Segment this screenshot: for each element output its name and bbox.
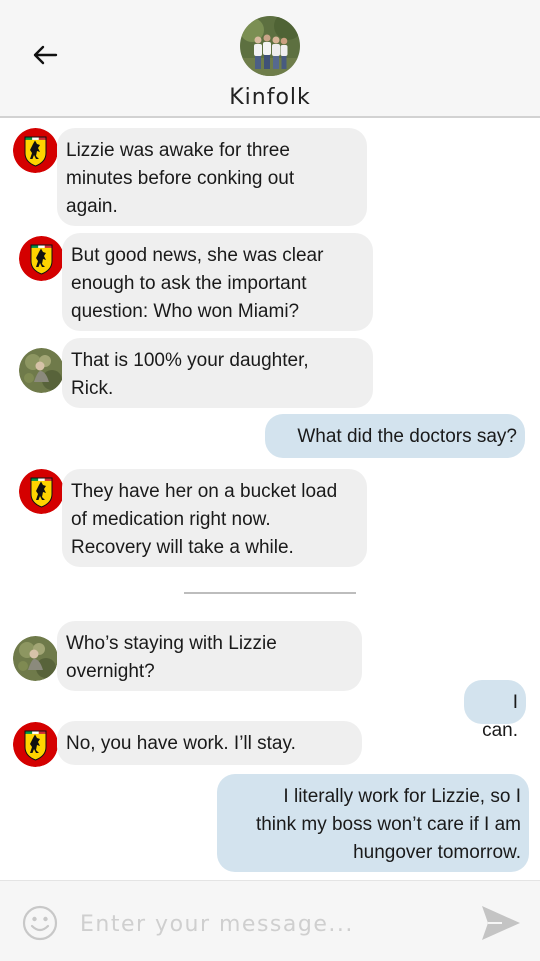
back-button[interactable] xyxy=(28,38,62,72)
ferrari-logo-avatar[interactable] xyxy=(19,236,64,281)
ferrari-logo-avatar[interactable] xyxy=(13,722,58,767)
incoming-message[interactable]: Who’s staying with Lizzie overnight? xyxy=(57,621,362,691)
smiley-icon[interactable] xyxy=(22,905,58,941)
incoming-message[interactable]: No, you have work. I’ll stay. xyxy=(57,721,362,765)
chat-title: Kinfolk xyxy=(229,85,311,110)
ferrari-logo-avatar[interactable] xyxy=(19,469,64,514)
person-photo-avatar[interactable] xyxy=(19,348,64,393)
outgoing-message[interactable]: I literally work for Lizzie, so I think … xyxy=(217,774,529,872)
incoming-message[interactable]: Lizzie was awake for three minutes befor… xyxy=(57,128,367,226)
arrow-left-icon xyxy=(33,45,58,65)
person-photo-avatar[interactable] xyxy=(13,636,58,681)
outgoing-message[interactable]: I can. xyxy=(464,680,526,741)
incoming-message[interactable]: But good news, she was clear enough to a… xyxy=(62,233,373,331)
ferrari-logo-avatar[interactable] xyxy=(13,128,58,173)
message-composer xyxy=(0,880,540,961)
send-arrow-icon[interactable] xyxy=(480,904,522,942)
incoming-message[interactable]: That is 100% your daughter, Rick. xyxy=(62,338,373,408)
chat-header: Kinfolk xyxy=(0,0,540,118)
day-divider xyxy=(184,592,356,594)
group-photo xyxy=(240,16,300,76)
message-input[interactable] xyxy=(78,903,462,945)
incoming-message[interactable]: They have her on a bucket load of medica… xyxy=(62,469,367,567)
outgoing-message[interactable]: What did the doctors say? xyxy=(265,414,525,458)
group-avatar[interactable] xyxy=(240,16,300,76)
